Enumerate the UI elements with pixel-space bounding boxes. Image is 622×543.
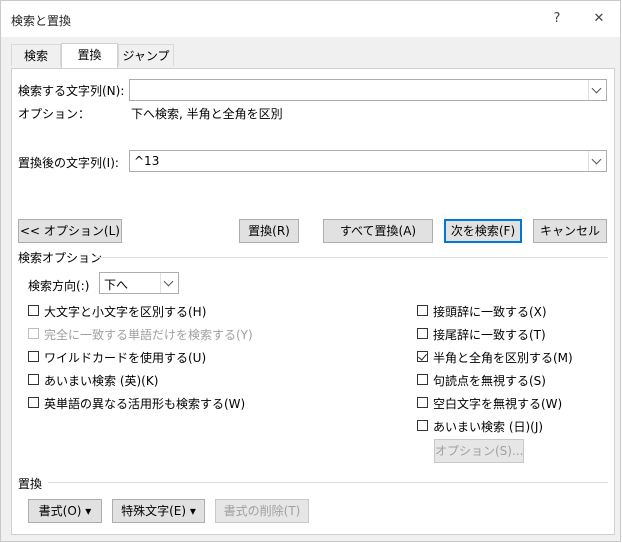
fuzzy-options-button[interactable]: オプション(S)... xyxy=(434,439,524,463)
checkbox-label: ワイルドカードを使用する(U) xyxy=(44,351,207,365)
checkbox-label: 完全に一致する単語だけを検索する(Y) xyxy=(44,328,253,342)
replace-all-button[interactable]: すべて置換(A) xyxy=(323,219,433,243)
checkbox-box xyxy=(28,374,39,385)
direction-value: 下へ xyxy=(104,278,129,292)
direction-label: 検索方向(:) xyxy=(28,279,90,293)
replace-section-divider xyxy=(48,482,608,483)
checkbox-label: 大文字と小文字を区別する(H) xyxy=(44,305,207,319)
find-history-dropdown[interactable] xyxy=(588,80,606,100)
dropdown-arrow-icon: ▾ xyxy=(189,504,196,518)
checkbox-box xyxy=(28,397,39,408)
replace-panel: 検索する文字列(N): オプション： 下へ検索, 半角と全角を区別 置換後の文字… xyxy=(11,68,615,535)
checkbox-label: 句読点を無視する(S) xyxy=(433,374,546,388)
replace-value: ^13 xyxy=(134,154,160,168)
chevron-down-icon xyxy=(591,154,602,165)
checkbox-box xyxy=(417,328,428,339)
checkbox-label: あいまい検索 (英)(K) xyxy=(44,374,159,388)
direction-dropdown[interactable] xyxy=(160,273,178,293)
checkbox-box xyxy=(417,305,428,316)
clear-format-button[interactable]: 書式の削除(T) xyxy=(215,499,309,523)
chevron-down-icon xyxy=(591,83,602,94)
format-button-label: 書式(O) xyxy=(38,504,82,518)
checkbox-box xyxy=(28,305,39,316)
special-button-label: 特殊文字(E) xyxy=(121,504,187,518)
tab-goto[interactable]: ジャンプ xyxy=(118,44,174,66)
search-options-heading: 検索オプション xyxy=(18,251,103,265)
checkmark-icon xyxy=(418,351,427,361)
find-input[interactable] xyxy=(129,79,607,101)
checkbox-box xyxy=(417,351,428,362)
find-replace-dialog: 検索と置換 ? ✕ 検索 置換 ジャンプ 検索する文字列(N): オプション： … xyxy=(0,0,621,542)
format-button[interactable]: 書式(O) ▾ xyxy=(28,499,102,523)
tab-find[interactable]: 検索 xyxy=(11,44,61,66)
replace-input[interactable]: ^13 xyxy=(129,150,607,172)
search-options-divider xyxy=(96,257,608,258)
checkbox-label: 空白文字を無視する(W) xyxy=(433,397,563,411)
title-bar: 検索と置換 ? ✕ xyxy=(1,1,620,37)
checkbox-box xyxy=(417,374,428,385)
options-toggle-button[interactable]: << オプション(L) xyxy=(18,219,122,243)
close-button[interactable]: ✕ xyxy=(589,9,609,29)
replace-history-dropdown[interactable] xyxy=(588,151,606,171)
checkbox-label: あいまい検索 (日)(J) xyxy=(433,420,544,434)
options-summary-label: オプション： xyxy=(18,107,91,121)
checkbox-box xyxy=(28,328,39,339)
replace-label: 置換後の文字列(I): xyxy=(18,156,119,170)
checkbox-box xyxy=(417,397,428,408)
special-button[interactable]: 特殊文字(E) ▾ xyxy=(112,499,205,523)
cancel-button[interactable]: キャンセル xyxy=(533,219,607,243)
chevron-down-icon xyxy=(163,276,174,287)
dropdown-arrow-icon: ▾ xyxy=(85,504,92,518)
checkbox-label: 接頭辞に一致する(X) xyxy=(433,305,547,319)
replace-section-heading: 置換 xyxy=(18,477,43,491)
checkbox-label: 半角と全角を区別する(M) xyxy=(433,351,573,365)
checkbox-box xyxy=(417,420,428,431)
tab-replace[interactable]: 置換 xyxy=(61,43,118,68)
options-summary-value: 下へ検索, 半角と全角を区別 xyxy=(131,107,283,121)
find-label: 検索する文字列(N): xyxy=(18,84,125,98)
checkbox-label: 接尾辞に一致する(T) xyxy=(433,328,546,342)
dialog-title: 検索と置換 xyxy=(11,14,72,28)
checkbox-label: 英単語の異なる活用形も検索する(W) xyxy=(44,397,246,411)
help-button[interactable]: ? xyxy=(547,9,567,29)
direction-select[interactable]: 下へ xyxy=(99,272,179,294)
find-next-button[interactable]: 次を検索(F) xyxy=(444,219,522,243)
replace-button[interactable]: 置換(R) xyxy=(239,219,299,243)
checkbox-box xyxy=(28,351,39,362)
